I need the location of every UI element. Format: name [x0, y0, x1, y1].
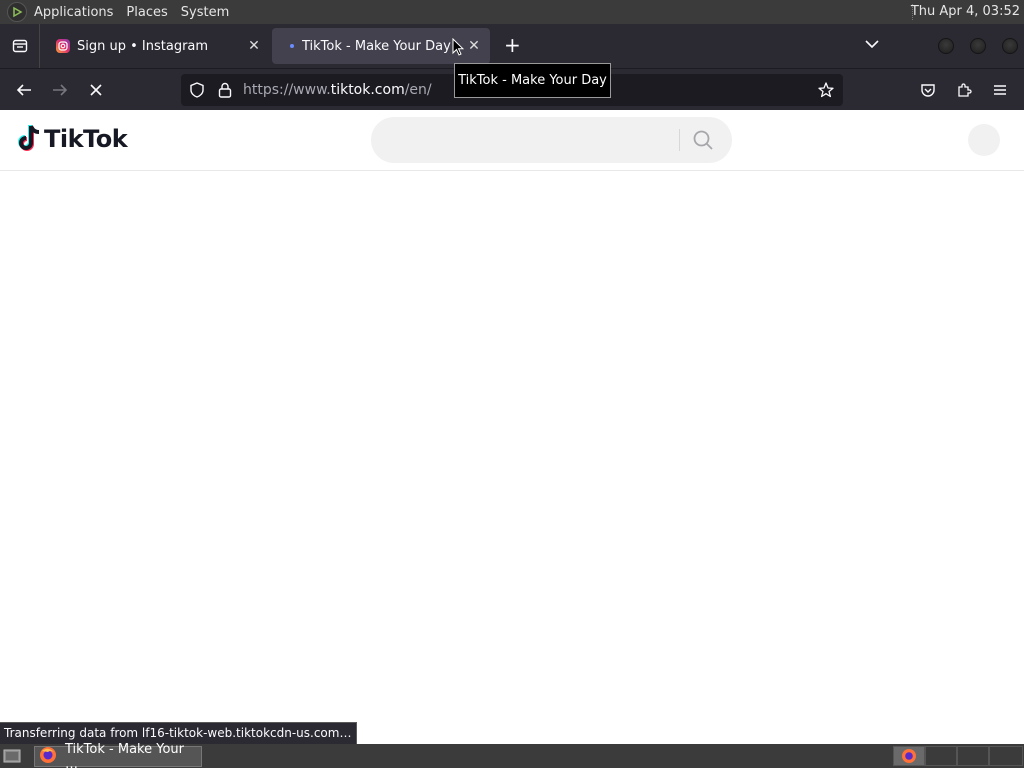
extensions-puzzle-icon[interactable]	[953, 79, 975, 101]
tab-title: Sign up • Instagram	[77, 38, 209, 54]
taskbar-window-tiktok[interactable]: TikTok - Make Your …	[34, 742, 202, 772]
tiktok-note-icon	[18, 125, 40, 151]
instagram-favicon-icon	[56, 39, 70, 53]
taskbar-window-label: TikTok - Make Your …	[65, 741, 184, 772]
tab-close-icon[interactable]: ✕	[462, 38, 486, 54]
url-path: /en/	[404, 82, 432, 98]
close-window-button[interactable]	[1002, 38, 1018, 54]
bookmark-star-icon[interactable]	[817, 81, 835, 103]
firefox-icon	[39, 746, 57, 768]
loading-dot-icon	[290, 44, 294, 48]
tab-instagram[interactable]: Sign up • Instagram ✕	[44, 28, 270, 64]
workspace-2[interactable]	[925, 746, 957, 766]
avatar-placeholder[interactable]	[968, 124, 1000, 156]
bottom-taskbar: TikTok - Make Your …	[0, 742, 1024, 772]
url-text[interactable]: https://www.tiktok.com/en/	[243, 82, 432, 98]
stop-loading-icon[interactable]	[85, 79, 107, 101]
maximize-window-button[interactable]	[970, 38, 986, 54]
back-arrow-icon[interactable]	[13, 79, 35, 101]
tiktok-wordmark: TikTok	[44, 125, 128, 153]
list-all-tabs-chevron-icon[interactable]	[862, 34, 882, 58]
tab-title: TikTok - Make Your Day	[302, 38, 451, 54]
search-icon[interactable]	[692, 129, 714, 155]
minimize-window-button[interactable]	[938, 38, 954, 54]
pocket-icon[interactable]	[917, 79, 939, 101]
tiktok-header: TikTok	[0, 110, 1024, 171]
firefox-view-button[interactable]	[0, 24, 40, 68]
hamburger-menu-icon[interactable]	[989, 79, 1011, 101]
firefox-icon	[902, 749, 916, 763]
lock-icon[interactable]	[217, 81, 233, 103]
tab-close-icon[interactable]: ✕	[242, 38, 266, 54]
tab-tooltip: TikTok - Make Your Day	[454, 63, 611, 98]
url-host: tiktok.com	[330, 82, 405, 98]
workspace-3[interactable]	[957, 746, 989, 766]
firefox-view-icon	[12, 39, 27, 53]
top-panel: Applications Places System Thu Apr 4, 03…	[0, 0, 1024, 24]
web-page-content: TikTok	[0, 110, 1024, 722]
clock[interactable]: Thu Apr 4, 03:52	[911, 4, 1020, 19]
workspace-1[interactable]	[893, 746, 925, 766]
workspace-4[interactable]	[989, 746, 1023, 766]
tiktok-search-box[interactable]	[371, 117, 732, 163]
tiktok-logo[interactable]: TikTok	[16, 124, 128, 154]
tracking-protection-shield-icon[interactable]	[188, 81, 206, 103]
menu-places[interactable]: Places	[126, 5, 167, 20]
url-prefix: https://www.	[243, 82, 331, 98]
mouse-cursor-icon	[452, 37, 465, 60]
distro-logo-icon[interactable]	[7, 2, 27, 22]
forward-arrow-icon[interactable]	[49, 79, 71, 101]
search-divider	[679, 129, 680, 151]
show-desktop-icon[interactable]	[2, 747, 22, 765]
new-tab-plus-icon[interactable]: +	[504, 33, 521, 57]
menu-system[interactable]: System	[181, 5, 229, 20]
menu-applications[interactable]: Applications	[34, 5, 113, 20]
